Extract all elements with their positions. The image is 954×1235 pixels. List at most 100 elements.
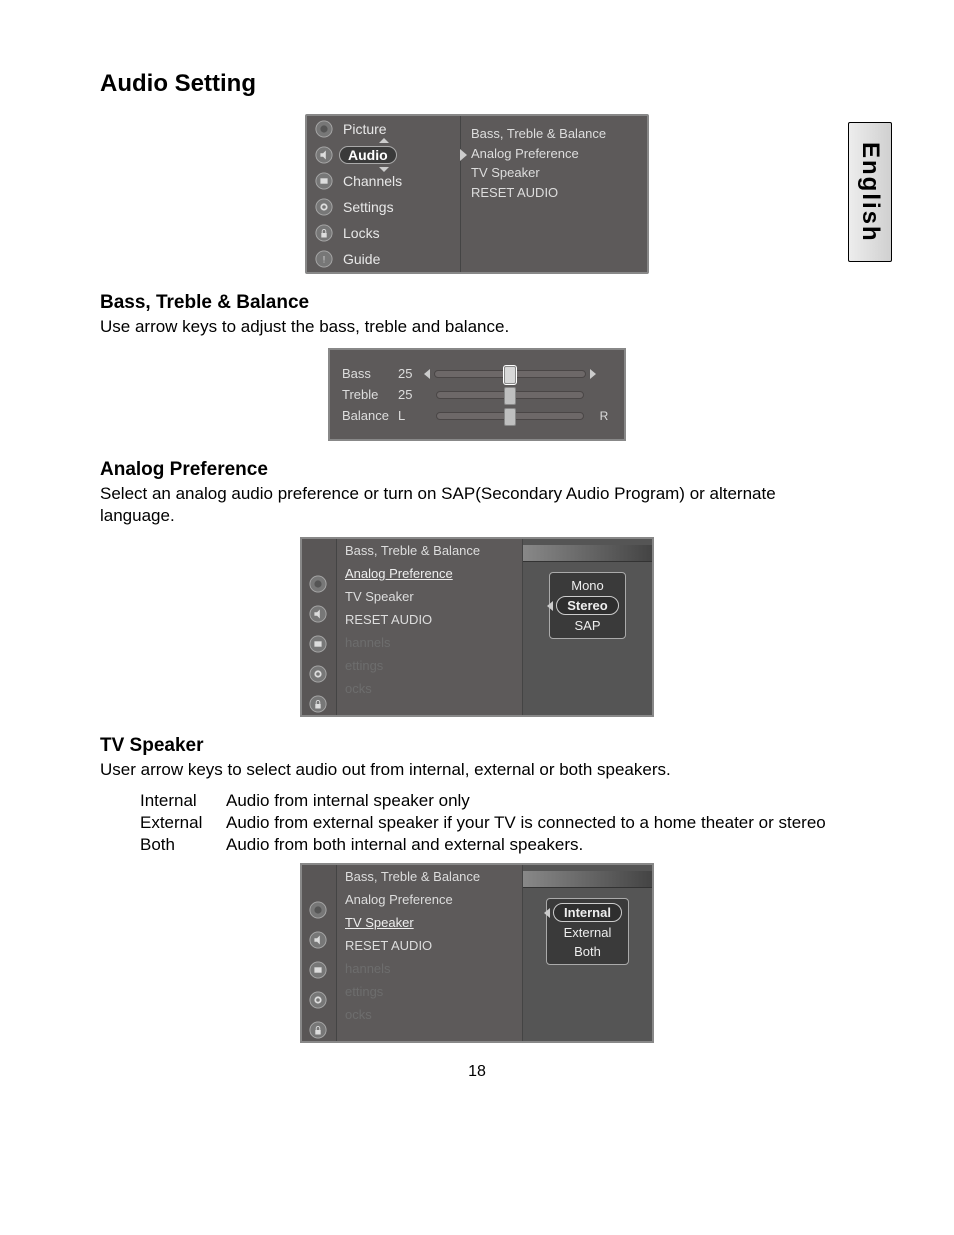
submenu-item[interactable]: Bass, Treble & Balance [337,865,522,888]
menu-item-label: Audio [339,146,397,164]
audio-icon [309,931,329,951]
submenu-item: ettings [337,654,522,677]
left-arrow-icon [544,908,550,918]
audio-icon [309,605,329,625]
option-item-sap[interactable]: SAP [570,617,604,634]
submenu-item[interactable]: RESET AUDIO [471,183,637,203]
option-list-analog[interactable]: Mono Stereo SAP [549,572,625,639]
submenu-item: hannels [337,957,522,980]
menu-item-guide[interactable]: ! Guide [307,246,460,272]
settings-icon [309,991,329,1011]
slider-label: Treble [342,387,398,402]
section-heading-analog: Analog Preference [100,459,854,481]
submenu-item[interactable]: RESET AUDIO [337,934,522,957]
slider-thumb[interactable] [504,408,516,426]
osd-right-submenu: Bass, Treble & BalanceAnalog PreferenceT… [461,116,647,272]
osd-analog: Bass, Treble & BalanceAnalog PreferenceT… [300,537,654,717]
submenu-item: ettings [337,980,522,1003]
menu-item-label: Settings [339,199,398,215]
locks-icon [309,1021,329,1041]
slider-row-bass[interactable]: Bass25 [342,366,612,381]
slider-label: Bass [342,366,398,381]
option-list-tvspeaker[interactable]: Internal External Both [546,898,629,965]
option-label: Both [574,944,601,959]
channels-icon [309,635,329,655]
submenu-item: hannels [337,631,522,654]
osd-tvspeaker-menu: Bass, Treble & BalanceAnalog PreferenceT… [337,865,523,1041]
definition-row: BothAudio from both internal and externa… [140,835,854,855]
section-heading-tvspeaker: TV Speaker [100,735,854,757]
osd-tvspeaker-options-panel: Internal External Both [523,865,652,1041]
submenu-item[interactable]: Analog Preference [471,144,637,164]
slider-thumb[interactable] [504,366,516,384]
settings-icon [309,665,329,685]
slider-track[interactable] [434,370,586,378]
slider-thumb[interactable] [504,387,516,405]
slider-row-balance[interactable]: BalanceLR [342,408,612,423]
menu-item-audio[interactable]: Audio [307,142,460,168]
option-item-internal[interactable]: Internal [553,903,622,922]
definition-text: Audio from both internal and external sp… [226,835,854,855]
submenu-item: ocks [337,677,522,700]
left-arrow-icon [547,601,553,611]
slider-track[interactable] [436,391,584,399]
definition-text: Audio from internal speaker only [226,791,854,811]
option-label: External [564,925,612,940]
channels-icon [315,172,333,190]
submenu-item[interactable]: Analog Preference [337,888,522,911]
osd-icon-column [302,865,337,1041]
slider-row-treble[interactable]: Treble25 [342,387,612,402]
page-title: Audio Setting [100,70,854,98]
submenu-item[interactable]: Bass, Treble & Balance [337,539,522,562]
section-desc-tvspeaker: User arrow keys to select audio out from… [100,759,854,781]
page-number: 18 [100,1063,854,1081]
slider-track[interactable] [436,412,584,420]
definition-row: ExternalAudio from external speaker if y… [140,813,854,833]
submenu-item[interactable]: TV Speaker [337,585,522,608]
picture-icon [309,575,329,595]
menu-item-locks[interactable]: Locks [307,220,460,246]
option-label: Internal [564,905,611,920]
definition-term: Internal [140,791,226,811]
option-item-both[interactable]: Both [570,943,605,960]
language-tab: English [848,122,892,262]
menu-item-label: Guide [339,251,384,267]
option-label: Stereo [567,598,607,613]
option-item-external[interactable]: External [560,924,616,941]
option-item-mono[interactable]: Mono [567,577,608,594]
osd-analog-options-panel: Mono Stereo SAP [523,539,652,715]
menu-item-label: Locks [339,225,384,241]
submenu-item[interactable]: Bass, Treble & Balance [471,124,637,144]
slider-value: L [398,408,424,423]
slider-value: 25 [398,387,424,402]
picture-icon [315,120,333,138]
locks-icon [309,695,329,715]
menu-item-channels[interactable]: Channels [307,168,460,194]
right-arrow-icon [590,369,596,379]
osd-left-menu: PictureAudioChannelsSettingsLocks!Guide [307,116,461,272]
submenu-item[interactable]: Analog Preference [337,562,522,585]
option-label: SAP [574,618,600,633]
up-arrow-icon [379,138,389,143]
language-tab-label: English [856,142,884,243]
submenu-item: ocks [337,1003,522,1026]
svg-text:!: ! [323,255,326,265]
definition-term: Both [140,835,226,855]
menu-item-label: Channels [339,173,406,189]
section-desc-bass: Use arrow keys to adjust the bass, trebl… [100,316,854,338]
submenu-item[interactable]: RESET AUDIO [337,608,522,631]
submenu-item[interactable]: TV Speaker [471,163,637,183]
slider-label: Balance [342,408,398,423]
osd-main-menu: PictureAudioChannelsSettingsLocks!Guide … [305,114,649,274]
audio-icon [315,146,333,164]
option-item-stereo[interactable]: Stereo [556,596,618,615]
left-arrow-icon [424,369,430,379]
definition-list: InternalAudio from internal speaker only… [140,791,854,855]
osd-sliders: Bass25Treble25BalanceLR [328,348,626,441]
right-arrow-icon [460,149,467,161]
menu-item-settings[interactable]: Settings [307,194,460,220]
guide-icon: ! [315,250,333,268]
section-desc-analog: Select an analog audio preference or tur… [100,483,854,527]
submenu-item[interactable]: TV Speaker [337,911,522,934]
picture-icon [309,901,329,921]
